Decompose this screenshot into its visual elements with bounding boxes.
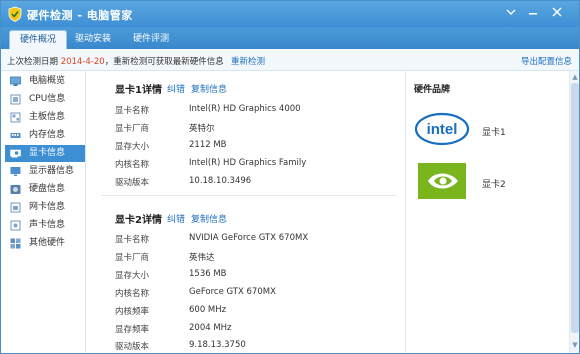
gpu1-title: 显卡1详情 bbox=[115, 85, 162, 96]
export-config-link[interactable]: 导出配置信息 bbox=[521, 55, 572, 67]
tab-hardware-overview[interactable]: 硬件概况 bbox=[9, 30, 68, 49]
gpu1-row-value: 英特尔 bbox=[189, 124, 215, 134]
gpu1-report-error-link[interactable]: 纠错 bbox=[167, 82, 185, 95]
scrollbar[interactable]: ▲ ▼ bbox=[569, 71, 579, 353]
last-check-prefix: 上次检测日期 bbox=[7, 57, 61, 67]
gpu1-row-label: 显卡名称 bbox=[115, 106, 150, 116]
sidebar-item-label: 内存信息 bbox=[29, 130, 66, 140]
graphics-details-panel: 显卡1详情 纠错 复制信息 显卡名称 Intel(R) HD Graphics … bbox=[87, 71, 405, 353]
gpu2-row-label: 显卡厂商 bbox=[115, 253, 150, 263]
gpu2-row-value: 600 MHz bbox=[189, 305, 227, 315]
gpu1-row-label: 显卡厂商 bbox=[115, 124, 150, 134]
sidebar-item-label: 显卡信息 bbox=[29, 148, 66, 158]
sidebar-item-label: 网卡信息 bbox=[29, 202, 66, 212]
minimize-icon[interactable] bbox=[523, 3, 543, 21]
sidebar-item-cpu[interactable]: CPU信息 bbox=[5, 91, 85, 108]
gpu2-row-label: 内核频率 bbox=[115, 307, 150, 317]
menu-icon[interactable] bbox=[501, 3, 521, 21]
hard-disk-icon bbox=[10, 185, 21, 194]
intel-logo-text: intel bbox=[427, 121, 458, 138]
sidebar-item-hard-disk[interactable]: 硬盘信息 bbox=[5, 181, 85, 198]
gpu1-row-value: Intel(R) HD Graphics Family bbox=[189, 158, 307, 168]
network-card-icon bbox=[10, 202, 21, 213]
gpu2-row-value: 9.18.13.3750 bbox=[189, 340, 246, 350]
gpu1-row-label: 显存大小 bbox=[115, 142, 150, 152]
sidebar-item-label: 显示器信息 bbox=[29, 166, 75, 176]
nvidia-logo bbox=[418, 163, 466, 199]
gpu2-row-value: NVIDIA GeForce GTX 670MX bbox=[189, 233, 309, 243]
tab-driver-install[interactable]: 驱动安装 bbox=[65, 30, 121, 49]
computer-icon bbox=[10, 76, 21, 86]
sidebar: 电脑概览 CPU信息 主板信息 内存信息 显卡信息 显示器信息 硬盘信息 网卡信… bbox=[1, 71, 86, 353]
last-check-date: 2014-4-20 bbox=[60, 57, 105, 67]
gpu2-row-value: 1536 MB bbox=[189, 269, 227, 279]
gpu2-row-label: 内核名称 bbox=[115, 289, 150, 299]
close-icon[interactable] bbox=[547, 3, 567, 21]
sidebar-item-computer-overview[interactable]: 电脑概览 bbox=[5, 73, 85, 90]
sound-card-icon bbox=[10, 220, 21, 231]
cpu-icon bbox=[10, 94, 21, 105]
sidebar-item-motherboard[interactable]: 主板信息 bbox=[5, 109, 85, 126]
scroll-thumb[interactable] bbox=[571, 83, 579, 333]
gpu2-title: 显卡2详情 bbox=[115, 215, 162, 226]
app-shield-icon bbox=[8, 6, 22, 22]
sidebar-item-label: 声卡信息 bbox=[29, 220, 66, 230]
gpu2-row-label: 显卡名称 bbox=[115, 235, 150, 245]
tab-hardware-benchmark[interactable]: 硬件评测 bbox=[123, 30, 179, 49]
sidebar-item-label: 硬盘信息 bbox=[29, 184, 66, 194]
motherboard-icon bbox=[10, 112, 21, 123]
recheck-link[interactable]: 重新检测 bbox=[231, 55, 265, 67]
brand-gpu1-label: 显卡1 bbox=[482, 128, 506, 138]
sidebar-item-graphics[interactable]: 显卡信息 bbox=[5, 145, 85, 162]
gpu2-row-value: GeForce GTX 670MX bbox=[189, 287, 276, 297]
gpu1-row-label: 内核名称 bbox=[115, 160, 150, 170]
tab-bar: 硬件概况 驱动安装 硬件评测 bbox=[1, 27, 579, 49]
sidebar-item-other-hardware[interactable]: 其他硬件 bbox=[5, 235, 85, 252]
gpu1-row-value: Intel(R) HD Graphics 4000 bbox=[189, 104, 301, 114]
gpu2-copy-info-link[interactable]: 复制信息 bbox=[191, 212, 227, 225]
gpu2-row-label: 显存大小 bbox=[115, 271, 150, 281]
gpu2-row-label: 显存频率 bbox=[115, 325, 150, 335]
sidebar-item-label: 主板信息 bbox=[29, 112, 66, 122]
sidebar-item-label: 电脑概览 bbox=[29, 76, 66, 86]
window-title: 硬件检测 - 电脑管家 bbox=[27, 9, 133, 22]
brand-title: 硬件品牌 bbox=[414, 85, 451, 95]
sidebar-item-sound-card[interactable]: 声卡信息 bbox=[5, 217, 85, 234]
gpu1-row-value: 2112 MB bbox=[189, 140, 227, 150]
last-check-text: 上次检测日期 2014-4-20，重新检测可获取最新硬件信息 bbox=[7, 55, 224, 67]
intel-logo: intel bbox=[414, 112, 470, 146]
section-divider bbox=[101, 195, 397, 196]
scroll-down-arrow-icon[interactable]: ▼ bbox=[571, 341, 579, 349]
memory-icon bbox=[10, 133, 21, 138]
gpu2-row-label: 驱动版本 bbox=[115, 342, 150, 352]
info-bar: 上次检测日期 2014-4-20，重新检测可获取最新硬件信息 重新检测 导出配置… bbox=[1, 49, 579, 71]
sidebar-item-monitor[interactable]: 显示器信息 bbox=[5, 163, 85, 180]
hardware-detect-window: 硬件检测 - 电脑管家 硬件概况 驱动安装 硬件评测 上次检测日期 2014-4… bbox=[0, 0, 580, 354]
sidebar-item-label: CPU信息 bbox=[29, 94, 66, 104]
graphics-card-icon bbox=[10, 149, 21, 158]
gpu2-row-value: 2004 MHz bbox=[189, 323, 232, 333]
other-hardware-icon bbox=[10, 238, 21, 249]
gpu1-copy-info-link[interactable]: 复制信息 bbox=[191, 82, 227, 95]
sidebar-item-label: 其他硬件 bbox=[29, 238, 66, 248]
gpu2-report-error-link[interactable]: 纠错 bbox=[167, 212, 185, 225]
sidebar-item-network-card[interactable]: 网卡信息 bbox=[5, 199, 85, 216]
sidebar-item-memory[interactable]: 内存信息 bbox=[5, 127, 85, 144]
brand-gpu2-label: 显卡2 bbox=[482, 180, 506, 190]
hardware-brand-panel: 硬件品牌 intel 显卡1 显卡2 bbox=[405, 71, 569, 353]
gpu1-row-value: 10.18.10.3496 bbox=[189, 176, 252, 186]
last-check-suffix: ，重新检测可获取最新硬件信息 bbox=[104, 57, 224, 67]
title-bar[interactable]: 硬件检测 - 电脑管家 bbox=[1, 1, 579, 27]
gpu1-row-label: 驱动版本 bbox=[115, 178, 150, 188]
monitor-icon bbox=[10, 167, 21, 176]
gpu2-row-value: 英伟达 bbox=[189, 253, 215, 263]
scroll-up-arrow-icon[interactable]: ▲ bbox=[571, 73, 579, 81]
